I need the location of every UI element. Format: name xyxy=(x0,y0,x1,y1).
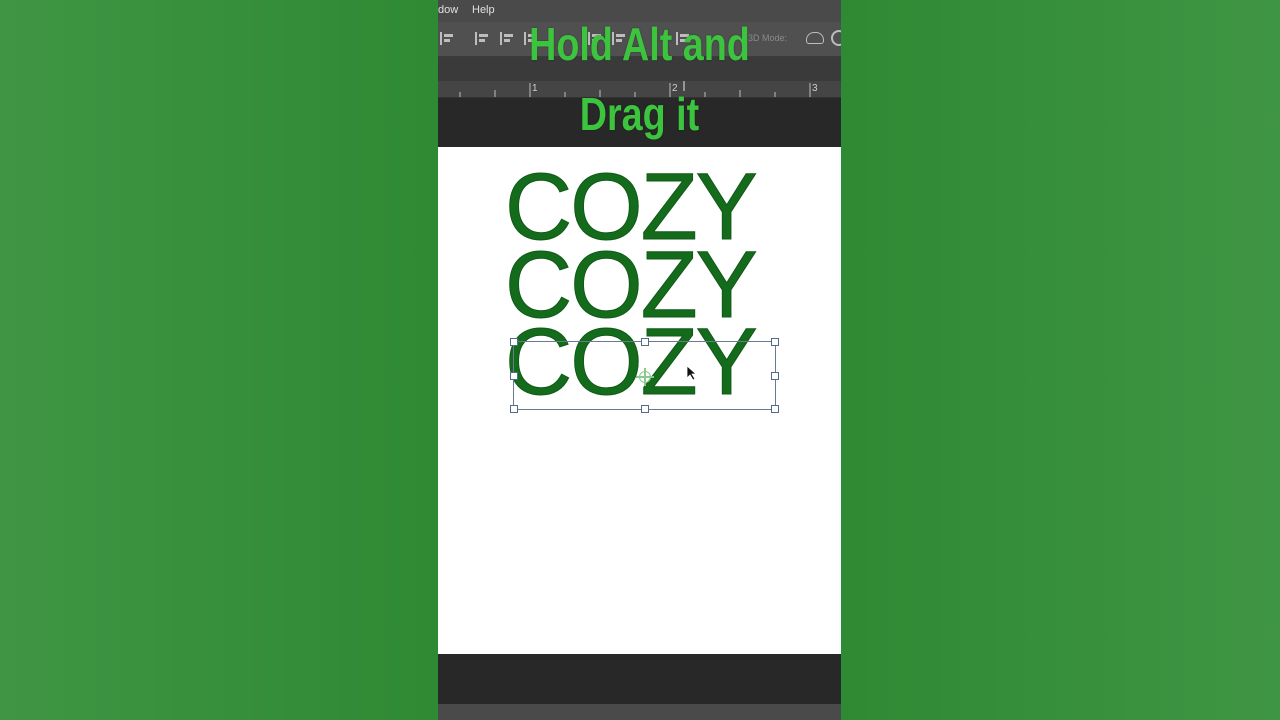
pasteboard-bottom xyxy=(438,654,841,704)
transform-handle-bottom-left[interactable] xyxy=(510,405,518,413)
menu-window[interactable]: dow xyxy=(438,4,458,16)
video-frame: dow Help 3D Mode: 1 2 3 COZY COZY COZY H… xyxy=(438,0,841,720)
blurred-background-right xyxy=(841,0,1280,720)
cloud-icon[interactable] xyxy=(806,32,824,44)
ruler-label-3: 3 xyxy=(812,83,818,94)
document-canvas[interactable]: COZY COZY COZY xyxy=(438,147,841,654)
blurred-background-left xyxy=(0,0,438,720)
caption-line-2: Drag it xyxy=(579,88,700,140)
transform-handle-left[interactable] xyxy=(510,372,518,380)
transform-handle-bottom-right[interactable] xyxy=(771,405,779,413)
transform-handle-right[interactable] xyxy=(771,372,779,380)
move-tool-icon[interactable] xyxy=(440,32,456,45)
settings-icon[interactable] xyxy=(831,30,841,46)
mouse-cursor-icon xyxy=(686,365,698,381)
transform-handle-top[interactable] xyxy=(641,338,649,346)
transform-handle-bottom[interactable] xyxy=(641,405,649,413)
transform-handle-top-right[interactable] xyxy=(771,338,779,346)
transform-handle-top-left[interactable] xyxy=(510,338,518,346)
status-bar xyxy=(438,704,841,720)
transform-bounding-box[interactable] xyxy=(510,338,779,413)
caption-line-1: Hold Alt and xyxy=(529,18,750,70)
menu-help[interactable]: Help xyxy=(472,4,495,16)
reference-point-icon[interactable] xyxy=(636,368,654,386)
